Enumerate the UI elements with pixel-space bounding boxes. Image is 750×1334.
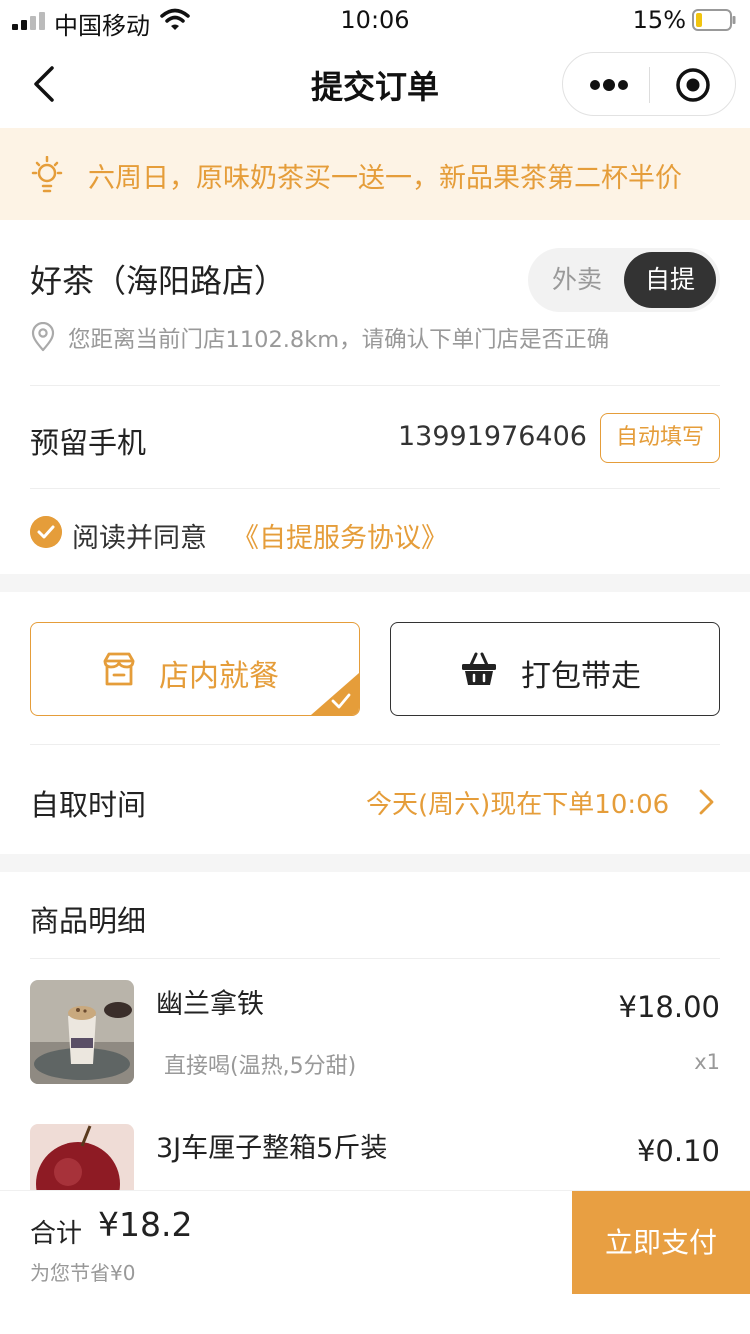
phone-value[interactable]: 13991976406 (398, 421, 587, 452)
list-item: 幽兰拿铁 直接喝(温热,5分甜) ¥18.00 x1 (0, 980, 750, 1090)
miniprogram-capsule (562, 52, 736, 116)
savings-text: 为您节省¥0 (30, 1261, 136, 1285)
phone-label: 预留手机 (30, 426, 147, 460)
pay-now-button[interactable]: 立即支付 (572, 1191, 750, 1295)
chevron-right-icon[interactable] (698, 788, 716, 816)
delivery-mode-toggle: 外卖 自提 (528, 248, 720, 312)
close-target-icon[interactable] (675, 67, 711, 103)
section-gap (0, 574, 750, 592)
agreement-text: 阅读并同意 (72, 523, 207, 554)
home-indicator-area (0, 1294, 750, 1334)
notice-text: 六周日，原味奶茶买一送一，新品果茶第二杯半价 (88, 163, 682, 194)
selected-check-icon (311, 673, 359, 715)
status-bar: 中国移动 10:06 15% (0, 0, 750, 40)
dine-in-option[interactable]: 店内就餐 (30, 622, 360, 716)
dine-in-label: 店内就餐 (159, 659, 279, 694)
basket-icon (462, 652, 496, 685)
mode-delivery[interactable]: 外卖 (528, 248, 626, 312)
lightbulb-icon (31, 156, 63, 193)
item-price: ¥18.00 (618, 990, 720, 1024)
store-name: 好茶（海阳路店） (30, 262, 287, 300)
item-spec: 直接喝(温热,5分甜) (164, 1054, 357, 1079)
navigation-bar: 提交订单 (0, 40, 750, 128)
divider (30, 958, 720, 959)
goods-section-title: 商品明细 (30, 904, 147, 938)
battery-percent: 15% (632, 6, 686, 34)
divider (30, 744, 720, 745)
total-label: 合计 (30, 1219, 83, 1249)
mode-pickup[interactable]: 自提 (624, 252, 716, 308)
latte-product-image (30, 980, 134, 1084)
divider (30, 488, 720, 489)
notice-banner: 六周日，原味奶茶买一送一，新品果茶第二杯半价 (0, 128, 750, 220)
item-name: 幽兰拿铁 (156, 989, 264, 1020)
divider (30, 385, 720, 386)
more-dots-icon[interactable] (589, 75, 629, 95)
section-gap (0, 854, 750, 872)
agree-checkbox-icon[interactable] (30, 516, 62, 548)
item-name: 3J车厘子整箱5斤装 (156, 1133, 388, 1164)
pickup-time-label: 自取时间 (30, 788, 147, 822)
store-icon (103, 652, 135, 686)
takeaway-label: 打包带走 (521, 659, 641, 694)
battery-icon (692, 9, 736, 31)
distance-hint: 您距离当前门店1102.8km，请确认下单门店是否正确 (68, 327, 610, 353)
checkout-bar: 合计 ¥18.2 为您节省¥0 立即支付 (0, 1190, 750, 1295)
item-quantity: x1 (694, 1050, 720, 1074)
item-price: ¥0.10 (636, 1134, 720, 1168)
takeaway-option[interactable]: 打包带走 (390, 622, 720, 716)
autofill-button[interactable]: 自动填写 (600, 413, 720, 463)
pickup-time-value[interactable]: 今天(周六)现在下单10:06 (366, 784, 669, 821)
total-amount: ¥18.2 (98, 1205, 193, 1244)
location-pin-icon (31, 322, 55, 352)
agreement-link[interactable]: 《自提服务协议》 (232, 516, 448, 555)
capsule-divider (649, 67, 650, 103)
